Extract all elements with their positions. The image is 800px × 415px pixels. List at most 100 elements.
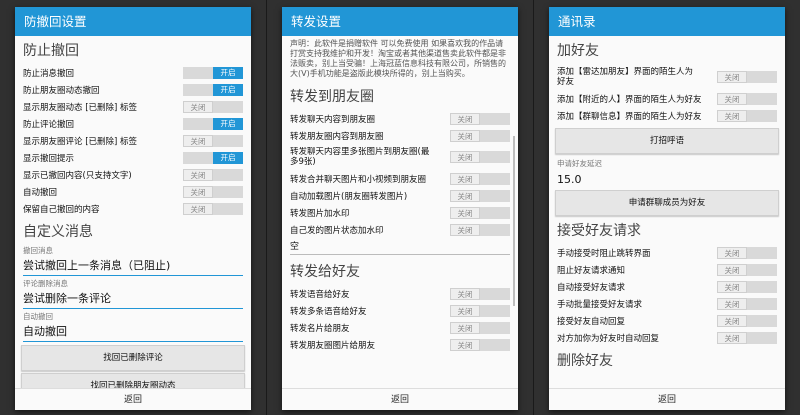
setting-row[interactable]: 添加【群聊信息】界面的陌生人为好友 关闭	[557, 107, 777, 124]
section-header: 转发给好友	[290, 264, 360, 280]
back-button[interactable]: 返回	[15, 388, 251, 410]
setting-label: 转发朋友圈内容到朋友圈	[290, 131, 384, 142]
section-header: 转发到朋友圈	[290, 89, 374, 105]
toggle-switch[interactable]: 关闭	[183, 185, 243, 198]
toggle-state: 关闭	[183, 168, 213, 181]
section-header: 加好友	[557, 43, 599, 59]
setting-row[interactable]: 防止消息撤回 开启	[23, 64, 243, 81]
setting-row[interactable]: 手动批量接受好友请求 关闭	[557, 295, 777, 312]
toggle-switch[interactable]: 开启	[183, 83, 243, 96]
toggle-switch[interactable]: 关闭	[450, 189, 510, 202]
back-button[interactable]: 返回	[549, 388, 785, 410]
section-header: 自定义消息	[23, 224, 93, 240]
setting-row[interactable]: 自己发的图片状态加水印 关闭	[290, 221, 510, 238]
toggle-switch[interactable]: 关闭	[183, 100, 243, 113]
auto-recall-input[interactable]: 自动撤回	[23, 322, 243, 342]
toggle-switch[interactable]: 开启	[183, 151, 243, 164]
setting-row[interactable]: 防止朋友圈动态撤回 开启	[23, 81, 243, 98]
field-label: 评论删除消息	[23, 279, 68, 288]
setting-row[interactable]: 转发名片给朋友 关闭	[290, 319, 510, 336]
setting-label: 添加【雷达加朋友】界面的陌生人为好友	[557, 67, 694, 87]
setting-row[interactable]: 阻止好友请求通知 关闭	[557, 261, 777, 278]
toggle-state: 关闭	[717, 92, 747, 105]
toggle-switch[interactable]: 关闭	[450, 129, 510, 142]
add-group-members-button[interactable]: 申请群聊成员为好友	[555, 190, 779, 216]
delay-input[interactable]: 15.0	[557, 172, 777, 188]
watermark-text-input[interactable]: 空	[290, 238, 510, 255]
toggle-switch[interactable]: 关闭	[450, 338, 510, 351]
toggle-switch[interactable]: 关闭	[717, 71, 777, 83]
setting-row[interactable]: 转发朋友圈图片给朋友 关闭	[290, 336, 510, 353]
toggle-switch[interactable]: 关闭	[717, 314, 777, 327]
toggle-switch[interactable]: 关闭	[717, 297, 777, 310]
field-label: 自动撤回	[23, 312, 53, 321]
settings-dialog: 转发设置 声明：此软件是捐赠软件 可以免费使用 如果喜欢我的作品请打赏支持我维护…	[282, 7, 518, 410]
scrollbar[interactable]	[513, 136, 515, 306]
setting-row[interactable]: 防止评论撤回 开启	[23, 115, 243, 132]
setting-row[interactable]: 转发语音给好友 关闭	[290, 285, 510, 302]
back-button[interactable]: 返回	[282, 388, 518, 410]
toggle-state: 关闭	[450, 151, 480, 163]
setting-row[interactable]: 添加【附近的人】界面的陌生人为好友 关闭	[557, 90, 777, 107]
screen-forward: 转发设置 声明：此软件是捐赠软件 可以免费使用 如果喜欢我的作品请打赏支持我维护…	[267, 0, 533, 415]
toggle-switch[interactable]: 关闭	[450, 151, 510, 163]
setting-label: 手动接受时阻止跳转界面	[557, 248, 651, 259]
toggle-switch[interactable]: 关闭	[183, 134, 243, 147]
toggle-state: 关闭	[450, 129, 480, 142]
setting-row[interactable]: 转发朋友圈内容到朋友圈 关闭	[290, 127, 510, 144]
toggle-switch[interactable]: 关闭	[450, 321, 510, 334]
setting-label: 接受好友自动回复	[557, 316, 626, 327]
setting-row[interactable]: 转发聊天内容到朋友圈 关闭	[290, 110, 510, 127]
setting-label: 显示已撤回内容(只支持文字)	[23, 170, 132, 181]
setting-row[interactable]: 添加【雷达加朋友】界面的陌生人为好友 关闭	[557, 64, 777, 90]
toggle-switch[interactable]: 开启	[183, 117, 243, 130]
toggle-switch[interactable]: 关闭	[450, 223, 510, 236]
setting-row[interactable]: 手动接受时阻止跳转界面 关闭	[557, 244, 777, 261]
toggle-switch[interactable]: 关闭	[717, 246, 777, 259]
toggle-switch[interactable]: 关闭	[717, 109, 777, 122]
setting-label: 显示撤回提示	[23, 153, 75, 164]
settings-dialog: 通讯录 加好友 添加【雷达加朋友】界面的陌生人为好友 关闭 添加【附近的人】界面的…	[549, 7, 785, 410]
setting-row[interactable]: 显示朋友圈评论 [已删除] 标签 关闭	[23, 132, 243, 149]
setting-label: 手动批量接受好友请求	[557, 299, 643, 310]
toggle-switch[interactable]: 关闭	[450, 172, 510, 185]
setting-row[interactable]: 保留自己撤回的内容 关闭	[23, 200, 243, 217]
recover-comments-button[interactable]: 找回已删除评论	[21, 345, 245, 371]
dialog-body: 加好友 添加【雷达加朋友】界面的陌生人为好友 关闭 添加【附近的人】界面的陌生人为…	[549, 36, 785, 388]
setting-row[interactable]: 转发合并聊天图片和小视频到朋友圈 关闭	[290, 170, 510, 187]
setting-row[interactable]: 接受好友自动回复 关闭	[557, 312, 777, 329]
toggle-switch[interactable]: 关闭	[450, 287, 510, 300]
setting-row[interactable]: 转发聊天内容里多张图片到朋友圈(最多9张) 关闭	[290, 144, 510, 170]
setting-row[interactable]: 转发多条语音给好友 关闭	[290, 302, 510, 319]
toggle-state: 关闭	[183, 185, 213, 198]
toggle-switch[interactable]: 关闭	[717, 92, 777, 105]
toggle-switch[interactable]: 关闭	[717, 331, 777, 344]
section-header: 删除好友	[557, 353, 613, 369]
setting-row[interactable]: 显示撤回提示 开启	[23, 149, 243, 166]
setting-row[interactable]: 自动撤回 关闭	[23, 183, 243, 200]
setting-row[interactable]: 转发图片加水印 关闭	[290, 204, 510, 221]
toggle-switch[interactable]: 关闭	[450, 304, 510, 317]
toggle-switch[interactable]: 关闭	[183, 168, 243, 181]
setting-label: 阻止好友请求通知	[557, 265, 626, 276]
disclaimer-text: 声明：此软件是捐赠软件 可以免费使用 如果喜欢我的作品请打赏支持我维护和开发！淘…	[290, 39, 506, 78]
setting-row[interactable]: 自动接受好友请求 关闭	[557, 278, 777, 295]
setting-label: 转发合并聊天图片和小视频到朋友圈	[290, 174, 427, 185]
setting-label: 转发聊天内容到朋友圈	[290, 114, 376, 125]
setting-row[interactable]: 显示朋友圈动态 [已删除] 标签 关闭	[23, 98, 243, 115]
toggle-switch[interactable]: 关闭	[450, 206, 510, 219]
recover-moments-button[interactable]: 找回已删除朋友圈动态	[21, 373, 245, 388]
comment-delete-input[interactable]: 尝试删除一条评论	[23, 289, 243, 309]
toggle-state: 关闭	[450, 223, 480, 236]
setting-row[interactable]: 显示已撤回内容(只支持文字) 关闭	[23, 166, 243, 183]
recall-message-input[interactable]: 尝试撤回上一条消息（已阻止)	[23, 256, 243, 276]
toggle-switch[interactable]: 开启	[183, 66, 243, 79]
setting-row[interactable]: 自动加载图片(朋友圈转发图片) 关闭	[290, 187, 510, 204]
section-header: 防止撤回	[23, 43, 79, 59]
greeting-button[interactable]: 打招呼语	[555, 128, 779, 154]
toggle-switch[interactable]: 关闭	[183, 202, 243, 215]
setting-row[interactable]: 对方加你为好友时自动回复 关闭	[557, 329, 777, 346]
toggle-switch[interactable]: 关闭	[717, 263, 777, 276]
toggle-switch[interactable]: 关闭	[717, 280, 777, 293]
toggle-switch[interactable]: 关闭	[450, 112, 510, 125]
